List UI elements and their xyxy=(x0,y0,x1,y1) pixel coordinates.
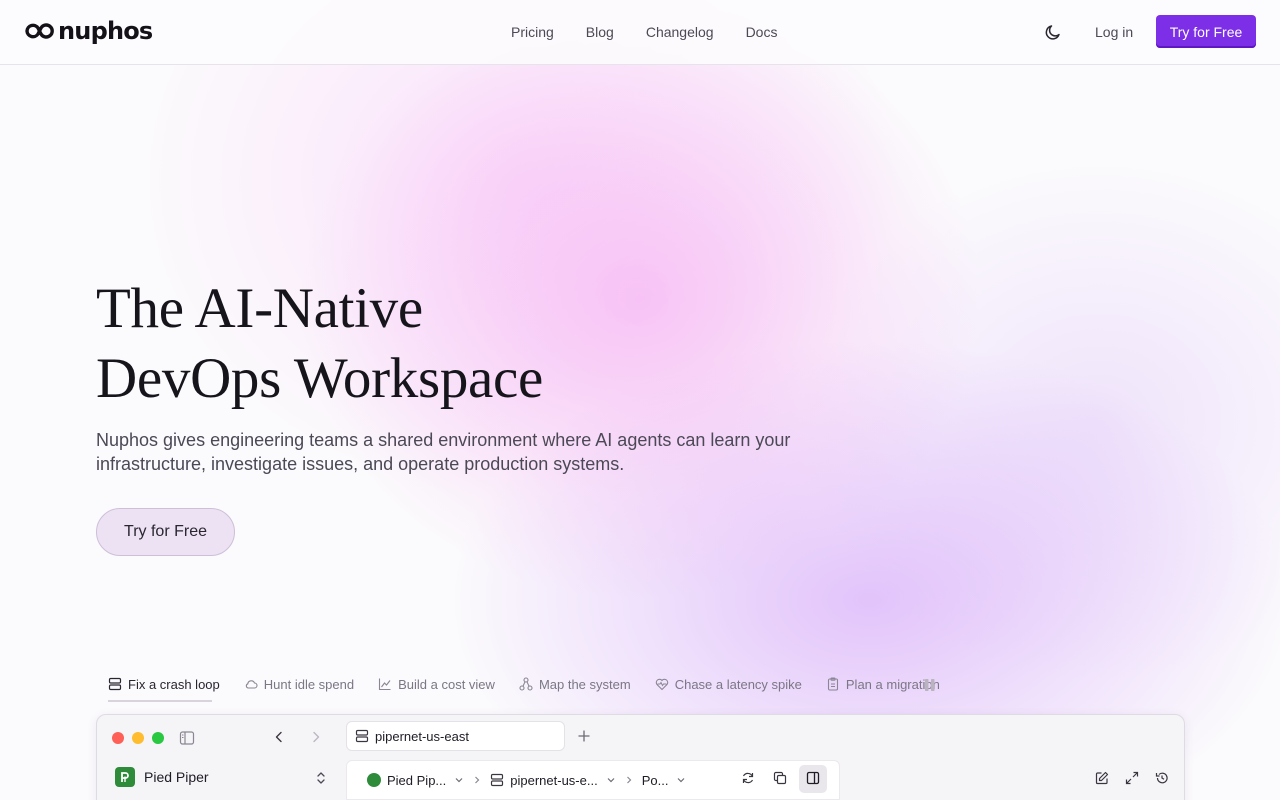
nav-blog[interactable]: Blog xyxy=(586,23,614,41)
try-for-free-header-button[interactable]: Try for Free xyxy=(1156,15,1256,48)
cloud-icon xyxy=(245,680,258,689)
chevron-right-icon[interactable] xyxy=(309,730,323,744)
workspace-selector[interactable]: Pied Piper xyxy=(115,767,209,787)
demo-tab-label: Hunt idle spend xyxy=(263,676,355,692)
history-icon[interactable] xyxy=(1155,771,1169,785)
plus-icon[interactable] xyxy=(577,729,591,743)
nav-pricing[interactable]: Pricing xyxy=(511,23,554,41)
clipboard-icon xyxy=(827,677,838,691)
workspace-name: Pied Piper xyxy=(144,769,209,785)
maximize-window-button[interactable] xyxy=(152,732,164,744)
chevron-right-icon xyxy=(626,776,632,784)
active-tab-indicator xyxy=(108,700,212,702)
breadcrumb-cluster[interactable]: pipernet-us-e... xyxy=(490,773,615,788)
hero-subtitle: Nuphos gives engineering teams a shared … xyxy=(96,428,836,476)
hero-subtitle-line-1: Nuphos gives engineering teams a shared … xyxy=(96,430,791,450)
app-tab-pipernet[interactable]: pipernet-us-east xyxy=(346,721,565,751)
demo-tab-map-system[interactable]: Map the system xyxy=(519,674,631,694)
app-preview-window: pipernet-us-east Pied Piper Pied Pip... … xyxy=(96,714,1185,800)
chart-icon xyxy=(379,678,391,691)
app-tab-title: pipernet-us-east xyxy=(375,728,469,744)
demo-tab-label: Chase a latency spike xyxy=(674,676,802,692)
server-icon xyxy=(491,773,504,787)
heart-pulse-icon xyxy=(655,678,668,691)
network-icon xyxy=(519,677,533,691)
login-link[interactable]: Log in xyxy=(1095,23,1133,41)
pied-piper-logo-icon xyxy=(115,767,135,787)
try-for-free-hero-button[interactable]: Try for Free xyxy=(96,508,235,556)
hero-subtitle-line-2: infrastructure, investigate issues, and … xyxy=(96,454,625,474)
chevron-left-icon[interactable] xyxy=(272,730,286,744)
hero-title-line-1: The AI-Native xyxy=(96,277,423,340)
nuphos-logo-icon xyxy=(25,23,54,39)
chevrons-up-down-icon[interactable] xyxy=(315,771,327,785)
chevron-down-icon xyxy=(455,778,463,783)
demo-tab-hunt-idle-spend[interactable]: Hunt idle spend xyxy=(244,674,354,694)
breadcrumb-label: Po... xyxy=(641,772,669,788)
demo-tab-label: Build a cost view xyxy=(398,676,495,692)
demo-tab-chase-latency-spike[interactable]: Chase a latency spike xyxy=(655,674,802,694)
pause-icon[interactable] xyxy=(924,678,936,692)
demo-tab-label: Map the system xyxy=(538,676,631,692)
breadcrumb: Pied Pip... pipernet-us-e... Po... xyxy=(346,760,840,800)
copy-icon[interactable] xyxy=(773,771,787,785)
hero-title-line-2: DevOps Workspace xyxy=(96,347,544,410)
demo-scenario-tabs: Fix a crash loop Hunt idle spend Build a… xyxy=(108,674,964,704)
sidebar-toggle-icon[interactable] xyxy=(179,730,195,746)
minimize-window-button[interactable] xyxy=(132,732,144,744)
server-icon xyxy=(355,729,369,743)
demo-tab-build-cost-view[interactable]: Build a cost view xyxy=(378,674,495,694)
main-nav: Pricing Blog Changelog Docs xyxy=(511,23,809,41)
server-icon xyxy=(108,677,122,691)
breadcrumb-resource[interactable]: Po... xyxy=(642,773,687,788)
edit-icon[interactable] xyxy=(1095,771,1109,785)
nav-docs[interactable]: Docs xyxy=(746,23,778,41)
moon-icon[interactable] xyxy=(1043,22,1063,42)
chevron-right-icon xyxy=(475,776,480,784)
site-header: nuphos Pricing Blog Changelog Docs Log i… xyxy=(0,0,1280,65)
hero-title: The AI-Native DevOps Workspace xyxy=(96,274,796,414)
breadcrumb-label: Pied Pip... xyxy=(387,772,447,788)
brand-name: nuphos xyxy=(58,17,153,45)
chevron-down-icon xyxy=(607,778,615,783)
pied-piper-logo-icon xyxy=(367,773,381,787)
refresh-icon[interactable] xyxy=(741,771,755,785)
demo-tab-fix-crash-loop[interactable]: Fix a crash loop xyxy=(108,674,220,694)
breadcrumb-label: pipernet-us-e... xyxy=(510,772,598,788)
expand-icon[interactable] xyxy=(1125,771,1139,785)
chevron-down-icon xyxy=(678,778,685,783)
demo-tab-plan-migration[interactable]: Plan a migration xyxy=(826,674,940,694)
nav-changelog[interactable]: Changelog xyxy=(646,23,714,41)
split-panel-icon xyxy=(806,771,820,785)
demo-tab-label: Fix a crash loop xyxy=(128,676,220,692)
brand-logo[interactable]: nuphos xyxy=(24,17,153,45)
close-window-button[interactable] xyxy=(112,732,124,744)
breadcrumb-workspace[interactable]: Pied Pip... xyxy=(367,773,464,788)
